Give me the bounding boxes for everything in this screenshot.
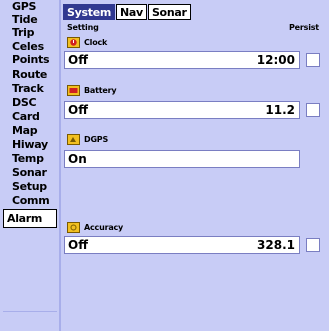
sidebar-item-label: Map (12, 124, 38, 137)
alarm-clock-icon (67, 37, 80, 48)
alarm-panel: System Nav Sonar Setting Persist Clock O… (61, 0, 329, 331)
dgps-alarm-field[interactable]: On (64, 150, 300, 168)
sidebar-item-points[interactable]: Points (3, 53, 57, 67)
alarm-label-text: DGPS (84, 135, 109, 144)
alarm-label-battery: Battery (67, 84, 117, 97)
battery-persist-checkbox[interactable] (306, 103, 320, 117)
sidebar-item-hiway[interactable]: Hiway (3, 138, 57, 152)
clock-alarm-status: Off (68, 53, 88, 67)
sidebar-item-comm[interactable]: Comm (3, 194, 57, 208)
sidebar-item-label: Temp (12, 152, 44, 165)
sidebar-item-setup[interactable]: Setup (3, 180, 57, 194)
dgps-alarm-status: On (68, 152, 87, 166)
clock-alarm-field[interactable]: Off 12:00 (64, 51, 300, 69)
accuracy-alarm-field[interactable]: Off 328.1 (64, 236, 300, 254)
alarm-label-dgps: DGPS (67, 133, 108, 146)
device-screen: GPS Tide Trip Celes Points Route Track D… (0, 0, 329, 331)
sidebar-item-label: Card (12, 110, 40, 123)
alarm-label-text: Battery (84, 86, 117, 95)
accuracy-alarm-distance: 328.1 (257, 238, 295, 252)
sidebar-item-label: DSC (12, 96, 37, 109)
sidebar-item-label: Points (12, 53, 50, 66)
battery-alarm-status: Off (68, 103, 88, 117)
sidebar-item-temp[interactable]: Temp (3, 152, 57, 166)
sidebar-item-dsc[interactable]: DSC (3, 96, 57, 110)
tab-label: Sonar (151, 6, 187, 19)
sidebar-item-label: Route (12, 68, 48, 81)
accuracy-icon (67, 222, 80, 233)
clock-alarm-time: 12:00 (256, 53, 295, 67)
tab-sonar[interactable]: Sonar (147, 4, 191, 20)
sidebar-item-label: Comm (12, 194, 50, 207)
alarm-label-accuracy: Accuracy (67, 221, 123, 234)
sidebar-item-celes[interactable]: Celes (3, 40, 57, 54)
sidebar-item-track[interactable]: Track (3, 82, 57, 96)
tab-label: Nav (120, 6, 143, 19)
sidebar-item-card[interactable]: Card (3, 110, 57, 124)
alarm-label-clock: Clock (67, 36, 107, 49)
tab-nav[interactable]: Nav (116, 4, 147, 20)
dgps-icon (67, 134, 80, 145)
alarm-label-text: Clock (84, 38, 108, 47)
sidebar-item-label: Hiway (12, 138, 48, 151)
clock-persist-checkbox[interactable] (306, 53, 320, 67)
setting-column-header: Setting (67, 23, 99, 32)
sidebar-item-sonar[interactable]: Sonar (3, 166, 57, 180)
persist-column-header: Persist (289, 23, 319, 32)
sidebar-item-label: Sonar (12, 166, 47, 179)
sidebar: GPS Tide Trip Celes Points Route Track D… (0, 0, 61, 331)
sidebar-item-tide[interactable]: Tide (3, 13, 57, 27)
battery-alarm-voltage: 11.2 (265, 103, 295, 117)
scrollbar[interactable] (323, 22, 328, 327)
sidebar-item-label: Trip (12, 26, 35, 39)
tab-bar: System Nav Sonar (63, 4, 192, 20)
sidebar-item-label: GPS (12, 0, 37, 13)
accuracy-persist-checkbox[interactable] (306, 238, 320, 252)
sidebar-item-route[interactable]: Route (3, 68, 57, 82)
sidebar-item-gps[interactable]: GPS (3, 0, 57, 14)
sidebar-item-label: Celes (12, 40, 44, 53)
tab-system[interactable]: System (63, 4, 116, 20)
battery-alarm-field[interactable]: Off 11.2 (64, 101, 300, 119)
tab-label: System (67, 6, 112, 19)
sidebar-item-label: Setup (12, 180, 47, 193)
sidebar-item-map[interactable]: Map (3, 124, 57, 138)
sidebar-item-label: Alarm (7, 212, 43, 225)
sidebar-item-trip[interactable]: Trip (3, 26, 57, 40)
battery-icon (67, 85, 80, 96)
sidebar-item-alarm[interactable]: Alarm (3, 209, 57, 228)
sidebar-footer-divider (3, 311, 57, 330)
accuracy-alarm-status: Off (68, 238, 88, 252)
sidebar-item-label: Track (12, 82, 44, 95)
sidebar-item-label: Tide (12, 13, 38, 26)
alarm-label-text: Accuracy (84, 223, 124, 232)
